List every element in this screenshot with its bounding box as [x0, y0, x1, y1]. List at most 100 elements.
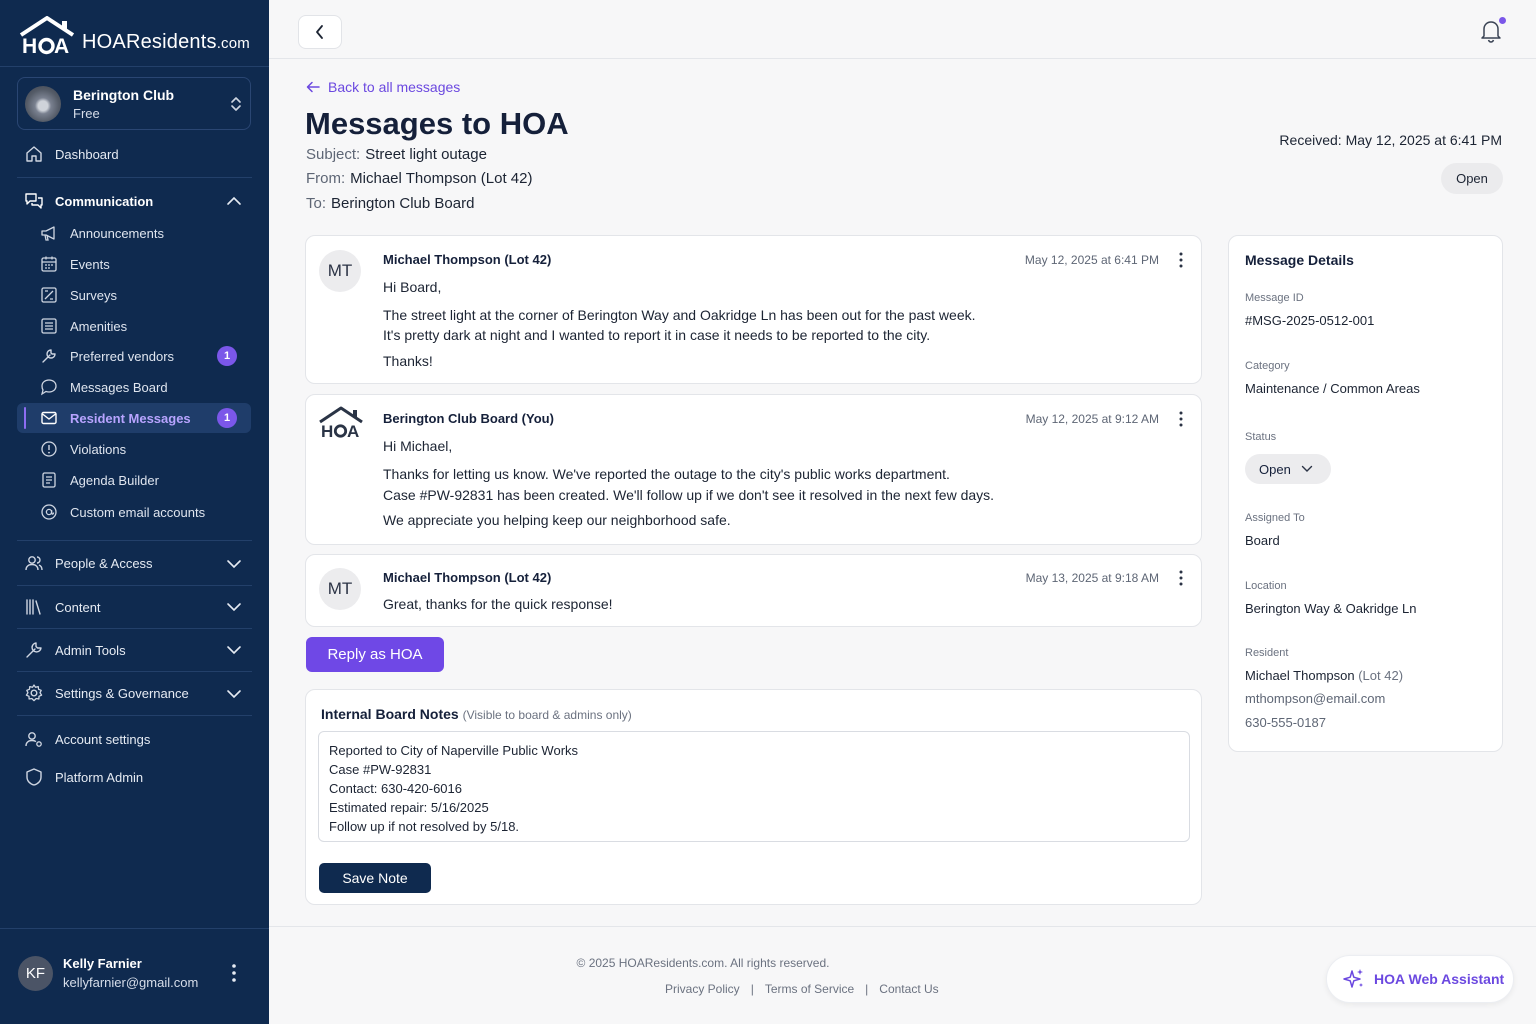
sidebar-item-events[interactable]: Events	[40, 253, 110, 275]
from-value: Michael Thompson (Lot 42)	[350, 170, 533, 187]
sidebar-item-label: Surveys	[70, 287, 117, 303]
reply-as-hoa-button[interactable]: Reply as HOA	[306, 637, 444, 672]
back-button[interactable]	[298, 15, 342, 49]
message-text: Thanks!	[383, 353, 433, 369]
hoa-web-assistant-button[interactable]: HOA Web Assistant	[1326, 955, 1514, 1003]
chevron-down-icon[interactable]	[226, 688, 242, 700]
sidebar-item-messages-board[interactable]: Messages Board	[40, 376, 168, 398]
sidebar-item-label: Announcements	[70, 225, 164, 241]
sidebar-item-platform-admin[interactable]: Platform Admin	[24, 765, 143, 789]
sidebar-item-violations[interactable]: Violations	[40, 438, 126, 460]
sidebar-item-agenda-builder[interactable]: Agenda Builder	[40, 469, 159, 491]
more-vertical-icon[interactable]	[1179, 252, 1183, 268]
sidebar-group-communication[interactable]: Communication	[24, 189, 153, 213]
page-title: Messages to HOA	[305, 106, 569, 141]
notes-title-text: Internal Board Notes	[321, 706, 459, 722]
brand-logo[interactable]: H A HOAResidents.com	[18, 14, 250, 56]
resident-label: Resident	[1245, 647, 1289, 659]
message-details-panel: Message Details Message ID #MSG-2025-051…	[1228, 235, 1503, 752]
note-line: Follow up if not resolved by 5/18.	[329, 819, 520, 834]
avatar: MT	[319, 568, 361, 610]
sidebar-item-label: Violations	[70, 441, 127, 457]
alert-circle-icon	[41, 441, 57, 457]
hoa-logo-icon: H A	[319, 406, 363, 440]
footer-separator: |	[750, 982, 754, 996]
more-vertical-icon[interactable]	[1179, 570, 1183, 586]
wrench-icon	[42, 349, 56, 363]
chevron-down-icon[interactable]	[226, 558, 242, 570]
message-id-label: Message ID	[1245, 292, 1304, 304]
sidebar-item-announcements[interactable]: Announcements	[40, 222, 164, 244]
status-dropdown[interactable]: Open	[1245, 454, 1331, 484]
terms-of-service-link[interactable]: Terms of Service	[765, 982, 854, 996]
resident-lot: (Lot 42)	[1358, 668, 1404, 683]
sidebar-item-account-settings[interactable]: Account settings	[24, 727, 150, 751]
megaphone-icon	[41, 226, 55, 241]
details-title: Message Details	[1245, 252, 1354, 268]
user-profile[interactable]: KF Kelly Farnier kellyfarnier@gmail.com	[18, 953, 258, 993]
message-text: Thanks for letting us know. We've report…	[383, 466, 950, 482]
back-to-messages-link[interactable]: Back to all messages	[306, 79, 460, 95]
sidebar-group-content[interactable]: Content	[24, 595, 101, 619]
sidebar-item-dashboard[interactable]: Dashboard	[24, 142, 119, 166]
more-vertical-icon[interactable]	[1179, 411, 1183, 427]
sidebar-item-resident-messages[interactable]: Resident Messages	[40, 407, 191, 429]
status-dropdown-value: Open	[1259, 461, 1291, 477]
sidebar-group-people-access[interactable]: People & Access	[24, 551, 153, 575]
more-vertical-icon[interactable]	[231, 963, 237, 983]
amenities-icon	[41, 318, 57, 334]
sidebar-item-label: Resident Messages	[70, 410, 191, 426]
chevron-down-icon[interactable]	[226, 601, 242, 613]
privacy-policy-link[interactable]: Privacy Policy	[665, 982, 740, 996]
chevron-up-icon[interactable]	[226, 195, 242, 207]
message-card: MT Michael Thompson (Lot 42) May 12, 202…	[305, 235, 1202, 384]
sidebar-item-surveys[interactable]: Surveys	[40, 284, 117, 306]
club-switcher[interactable]: Berington Club Free	[17, 77, 251, 130]
hoa-logo-icon: H A	[19, 16, 75, 56]
shield-icon	[26, 768, 42, 786]
contact-us-link[interactable]: Contact Us	[879, 982, 938, 996]
sidebar-group-admin-tools[interactable]: Admin Tools	[24, 638, 126, 662]
arrow-left-icon	[306, 81, 320, 93]
subject-label: Subject:	[306, 146, 361, 163]
sidebar-item-label: Messages Board	[70, 379, 168, 395]
sidebar-group-label: Content	[55, 599, 101, 615]
sidebar-group-label: Admin Tools	[55, 642, 126, 658]
sidebar-item-label: Account settings	[55, 731, 151, 747]
save-note-button[interactable]: Save Note	[319, 863, 431, 893]
back-link-label: Back to all messages	[328, 79, 461, 95]
sidebar-item-amenities[interactable]: Amenities	[40, 315, 127, 337]
to-line: To: Berington Club Board	[306, 195, 474, 212]
to-label: To:	[306, 195, 327, 212]
sidebar-item-custom-email-accounts[interactable]: Custom email accounts	[40, 501, 205, 523]
sidebar-item-preferred-vendors[interactable]: Preferred vendors	[40, 345, 174, 367]
message-text: The street light at the corner of Bering…	[383, 307, 976, 323]
message-timestamp: May 12, 2025 at 9:12 AM	[1025, 412, 1159, 426]
users-icon	[25, 556, 43, 571]
survey-icon	[41, 287, 57, 303]
from-label: From:	[306, 170, 346, 187]
footer-separator: |	[865, 982, 869, 996]
message-text: It's pretty dark at night and I wanted t…	[383, 327, 931, 343]
message-author: Michael Thompson (Lot 42)	[383, 252, 552, 267]
notes-visibility-hint: (Visible to board & admins only)	[462, 708, 632, 722]
sparkles-icon	[1343, 969, 1363, 988]
chevron-left-icon	[316, 25, 323, 39]
from-line: From: Michael Thompson (Lot 42)	[306, 170, 533, 187]
resident-phone[interactable]: 630-555-0187	[1245, 715, 1326, 730]
svg-text:A: A	[54, 35, 69, 56]
copyright-text: © 2025 HOAResidents.com. All rights rese…	[576, 956, 830, 970]
chat-bubbles-icon	[25, 193, 43, 209]
sidebar-divider	[17, 671, 252, 672]
notes-textarea[interactable]: Reported to City of Naperville Public Wo…	[318, 731, 1190, 842]
club-name: Berington Club	[73, 86, 175, 103]
resident-email[interactable]: mthompson@email.com	[1245, 691, 1385, 706]
sidebar-item-label: Amenities	[70, 318, 128, 334]
chevron-down-icon[interactable]	[226, 644, 242, 656]
sidebar-group-label: People & Access	[55, 555, 153, 571]
calendar-icon	[41, 256, 57, 272]
subject-value: Street light outage	[365, 146, 487, 163]
sidebar-group-settings-governance[interactable]: Settings & Governance	[24, 681, 189, 705]
sidebar-divider	[0, 66, 269, 67]
bell-icon[interactable]	[1480, 19, 1502, 43]
